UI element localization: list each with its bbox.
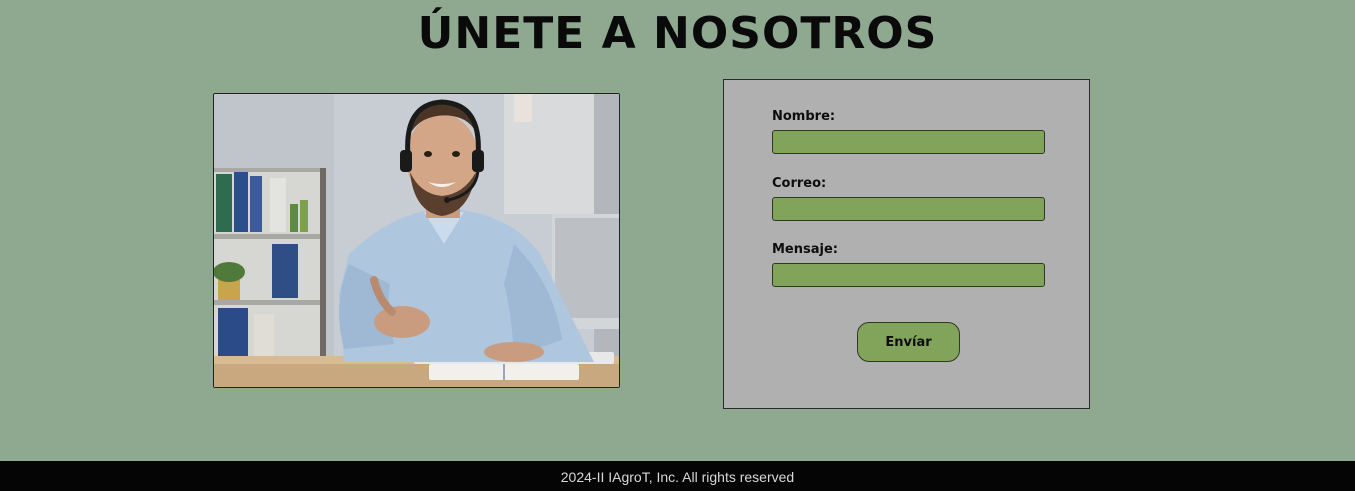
- join-us-page: ÚNETE A NOSOTROS Nombre: Correo: Mensaje…: [0, 0, 1355, 491]
- support-agent-photo: [213, 93, 620, 388]
- email-label: Correo:: [772, 176, 827, 191]
- copyright-text: 2024-II IAgroT, Inc. All rights reserved: [560, 469, 795, 485]
- email-input[interactable]: [772, 197, 1045, 221]
- page-title: ÚNETE A NOSOTROS: [417, 8, 938, 59]
- footer: 2024-II IAgroT, Inc. All rights reserved: [0, 461, 1355, 491]
- message-label: Mensaje:: [772, 242, 838, 257]
- person-with-headset-illustration: [214, 94, 619, 387]
- name-input[interactable]: [772, 130, 1045, 154]
- message-input[interactable]: [772, 263, 1045, 287]
- submit-button[interactable]: Envíar: [857, 322, 960, 362]
- join-form: Nombre: Correo: Mensaje: Envíar: [723, 79, 1090, 409]
- name-label: Nombre:: [772, 109, 836, 124]
